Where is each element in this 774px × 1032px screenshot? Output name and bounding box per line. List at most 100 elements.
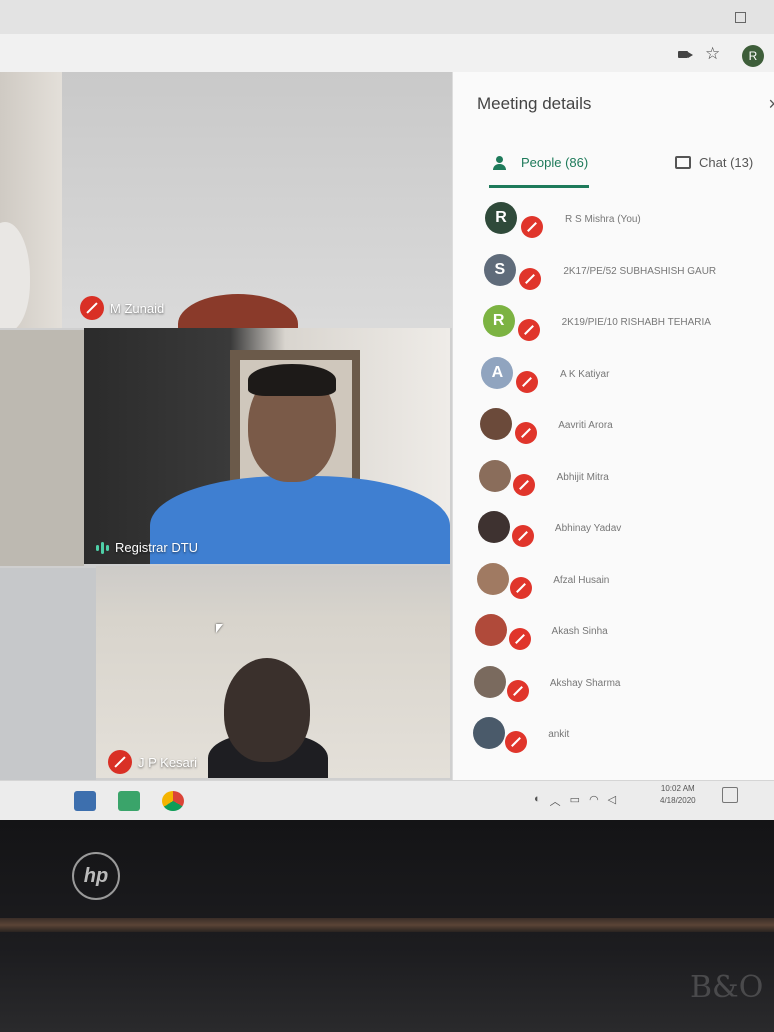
hp-logo: hp bbox=[72, 852, 120, 900]
battery-icon[interactable]: ▭ bbox=[570, 793, 580, 809]
participant-row[interactable]: Abhijit Mitra bbox=[453, 459, 774, 510]
people-tray-icon[interactable]: ◐ bbox=[534, 793, 541, 809]
participant-row[interactable]: Aavriti Arora bbox=[453, 408, 774, 458]
participant-name: ankit bbox=[548, 729, 570, 740]
participant-row[interactable]: S 2K17/PE/52 SUBHASHISH GAUR bbox=[453, 253, 774, 304]
participant-name: M Zunaid bbox=[110, 300, 165, 316]
tab-people[interactable]: People (86) bbox=[493, 155, 588, 170]
participant-row[interactable]: R R S Mishra (You) bbox=[453, 202, 774, 252]
camera-in-use-icon[interactable] bbox=[678, 51, 693, 58]
participant-name: R S Mishra (You) bbox=[565, 214, 641, 225]
participant-video-head bbox=[224, 658, 310, 762]
tab-people-label: People (86) bbox=[521, 155, 589, 170]
participant-list: R R S Mishra (You) S 2K17/PE/52 SUBHASHISH … bbox=[453, 200, 774, 780]
participant-row[interactable]: Abhinay Yadav bbox=[453, 511, 774, 561]
video-tile-partial-3 bbox=[0, 568, 96, 780]
participant-name: Akshay Sharma bbox=[549, 677, 621, 689]
participant-name: Afzal Husain bbox=[553, 574, 610, 586]
participant-avatar bbox=[479, 459, 511, 492]
chevron-up-icon[interactable]: ︿ bbox=[550, 793, 561, 809]
speaking-indicator-icon bbox=[96, 541, 109, 554]
tile-label: M Zunaid bbox=[80, 296, 164, 320]
chrome-icon[interactable] bbox=[162, 791, 184, 811]
participant-row[interactable]: A A K Katiyar bbox=[453, 356, 774, 407]
participant-avatar bbox=[476, 562, 509, 595]
bang-olufsen-logo: B&O bbox=[690, 970, 764, 1005]
participant-row[interactable]: R 2K19/PIE/10 RISHABH TEHARIA bbox=[453, 305, 774, 355]
participant-row[interactable]: ankit bbox=[453, 717, 774, 767]
video-tile-registrar-dtu[interactable]: Registrar DTU bbox=[84, 328, 450, 564]
tab-chat[interactable]: Chat (13) bbox=[675, 155, 753, 170]
participant-avatar bbox=[474, 665, 507, 698]
participant-name: Aavriti Arora bbox=[558, 420, 613, 431]
mic-off-icon bbox=[511, 525, 534, 547]
close-icon[interactable]: × bbox=[768, 94, 774, 115]
clock-date: 4/18/2020 bbox=[660, 796, 696, 805]
participant-row[interactable]: Afzal Husain bbox=[453, 562, 774, 613]
active-tab-indicator bbox=[489, 185, 589, 188]
window-restore-icon[interactable] bbox=[735, 12, 746, 23]
network-icon[interactable]: ◠ bbox=[589, 793, 599, 809]
mic-off-icon bbox=[510, 576, 533, 599]
participant-name: 2K19/PIE/10 RISHABH TEHARIA bbox=[561, 317, 711, 328]
participant-video-head bbox=[178, 294, 298, 328]
participant-video-partial bbox=[0, 222, 30, 328]
tile-label: J P Kesari bbox=[108, 750, 197, 774]
mic-off-icon bbox=[516, 370, 539, 393]
browser-toolbar: ☆ R bbox=[0, 0, 774, 73]
meeting-details-panel: Meeting details × People (86) Chat (13) … bbox=[452, 72, 774, 780]
participant-name: Abhinay Yadav bbox=[554, 523, 622, 534]
video-tile-m-zunaid[interactable]: M Zunaid bbox=[62, 72, 452, 328]
mic-off-icon bbox=[513, 473, 536, 496]
tab-chat-label: Chat (13) bbox=[699, 155, 754, 170]
mouse-cursor-icon bbox=[216, 624, 223, 633]
participant-hair bbox=[248, 364, 336, 396]
profile-avatar[interactable]: R bbox=[742, 45, 764, 67]
participant-avatar: R bbox=[485, 202, 517, 234]
participant-name: Registrar DTU bbox=[115, 540, 199, 555]
participant-avatar bbox=[475, 614, 508, 646]
whatsapp-icon[interactable] bbox=[118, 791, 140, 811]
participant-name: Abhijit Mitra bbox=[556, 471, 609, 483]
mic-off-icon bbox=[80, 296, 104, 320]
notification-icon[interactable] bbox=[722, 787, 738, 803]
browser-tabstrip bbox=[0, 0, 774, 34]
panel-title: Meeting details bbox=[477, 94, 592, 113]
tile-label: Registrar DTU bbox=[96, 540, 198, 555]
camera-app-icon[interactable] bbox=[74, 791, 96, 811]
mic-off-icon bbox=[517, 319, 540, 341]
participant-row[interactable]: Akash Sinha bbox=[453, 614, 774, 664]
video-grid: M Zunaid Registrar DTU J P Kesari bbox=[0, 72, 452, 780]
mic-off-icon bbox=[108, 750, 132, 774]
participant-row[interactable]: Akshay Sharma bbox=[453, 665, 774, 716]
participant-avatar bbox=[473, 717, 505, 749]
participant-avatar: A bbox=[481, 356, 514, 389]
participant-avatar bbox=[480, 408, 513, 440]
participant-name: 2K17/PE/52 SUBHASHISH GAUR bbox=[563, 265, 717, 277]
chat-icon bbox=[675, 156, 691, 169]
clock-time: 10:02 AM bbox=[660, 784, 695, 793]
participant-avatar: S bbox=[483, 253, 516, 286]
bookmark-star-icon[interactable]: ☆ bbox=[705, 44, 720, 64]
mic-off-icon bbox=[514, 422, 537, 444]
mic-off-icon bbox=[508, 628, 531, 650]
mic-off-icon bbox=[505, 731, 528, 753]
laptop-bezel: hp B&O bbox=[0, 820, 774, 1032]
participant-avatar: R bbox=[482, 305, 515, 337]
people-icon bbox=[493, 155, 513, 170]
system-tray: ◐ ︿ ▭ ◠ ◁ bbox=[534, 793, 616, 809]
video-tile-partial-1 bbox=[0, 72, 70, 328]
volume-icon[interactable]: ◁ bbox=[608, 793, 616, 809]
mic-off-icon bbox=[519, 267, 542, 290]
participant-name: J P Kesari bbox=[138, 754, 198, 770]
participant-name: A K Katiyar bbox=[559, 368, 610, 380]
taskbar-clock[interactable]: 10:02 AM 4/18/2020 bbox=[660, 783, 696, 807]
laptop-screen: ☆ R M Zunaid Registrar DTU J P Kesari Me… bbox=[0, 0, 774, 820]
laptop-hinge bbox=[0, 918, 774, 932]
windows-taskbar: ◐ ︿ ▭ ◠ ◁ 10:02 AM 4/18/2020 bbox=[0, 780, 774, 820]
video-tile-j-p-kesari[interactable]: J P Kesari bbox=[96, 566, 450, 778]
participant-avatar bbox=[477, 511, 510, 543]
video-tile-partial-2 bbox=[0, 330, 84, 566]
mic-off-icon bbox=[521, 216, 543, 238]
mic-off-icon bbox=[506, 679, 529, 702]
